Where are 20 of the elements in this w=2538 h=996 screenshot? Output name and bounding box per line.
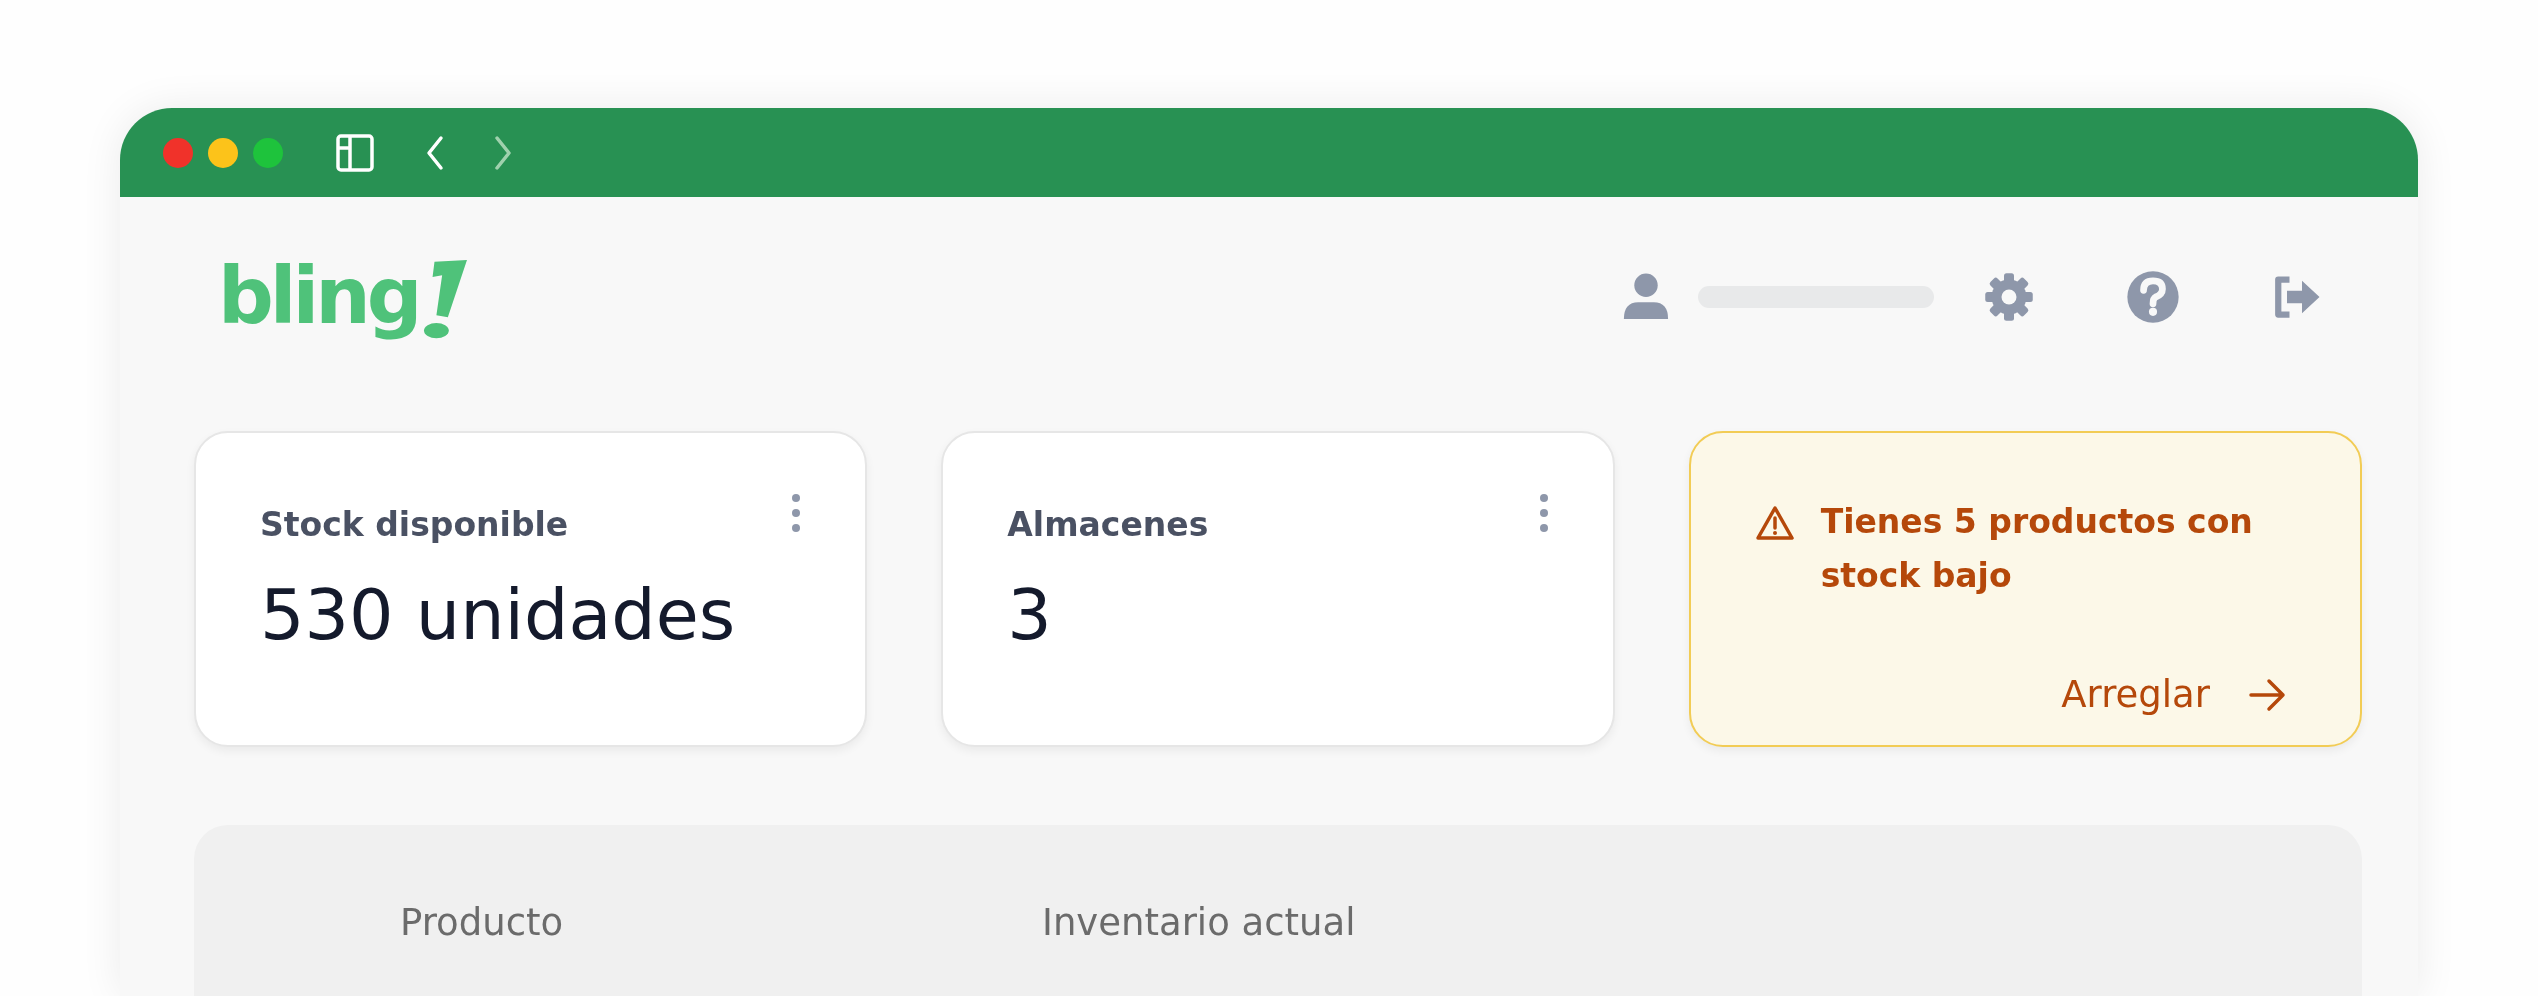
- sidebar-icon[interactable]: [335, 132, 375, 173]
- minimize-button[interactable]: [208, 137, 238, 168]
- card-title: Almacenes: [1007, 505, 1209, 544]
- column-header: Inventario actual: [1042, 901, 1356, 944]
- more-options-icon[interactable]: [791, 493, 802, 533]
- maximize-button[interactable]: [253, 137, 283, 168]
- alert-message: Tienes 5 productos con stock bajo: [1820, 501, 2254, 597]
- help-icon[interactable]: [2126, 270, 2180, 324]
- column-header: Producto: [400, 901, 564, 944]
- stat-value: 530 unidades: [260, 574, 737, 656]
- card-title: Stock disponible: [260, 505, 569, 544]
- back-icon[interactable]: [425, 134, 445, 171]
- logo-text: bling: [218, 250, 419, 344]
- fix-link[interactable]: Arreglar: [2061, 673, 2210, 716]
- more-options-icon[interactable]: [1538, 493, 1549, 533]
- forward-icon[interactable]: [493, 134, 513, 171]
- warning-icon: [1754, 505, 1795, 541]
- stat-value: 3: [1007, 574, 1053, 656]
- arrow-right-icon[interactable]: [2248, 676, 2288, 713]
- settings-icon[interactable]: [1984, 272, 2034, 322]
